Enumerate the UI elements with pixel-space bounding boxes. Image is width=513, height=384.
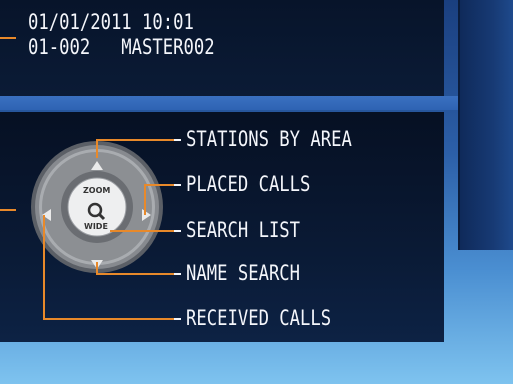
menu-item-received-calls[interactable]: RECEIVED CALLS — [186, 306, 331, 330]
nav-wheel[interactable] — [31, 141, 163, 273]
zoom-label: ZOOM — [83, 186, 111, 195]
menu-item-name-search[interactable]: NAME SEARCH — [186, 261, 300, 285]
menu-item-stations-by-area[interactable]: STATIONS BY AREA — [186, 127, 352, 151]
menu-item-search-list[interactable]: SEARCH LIST — [186, 218, 300, 242]
wide-label: WIDE — [84, 222, 108, 231]
menu-item-placed-calls[interactable]: PLACED CALLS — [186, 172, 310, 196]
